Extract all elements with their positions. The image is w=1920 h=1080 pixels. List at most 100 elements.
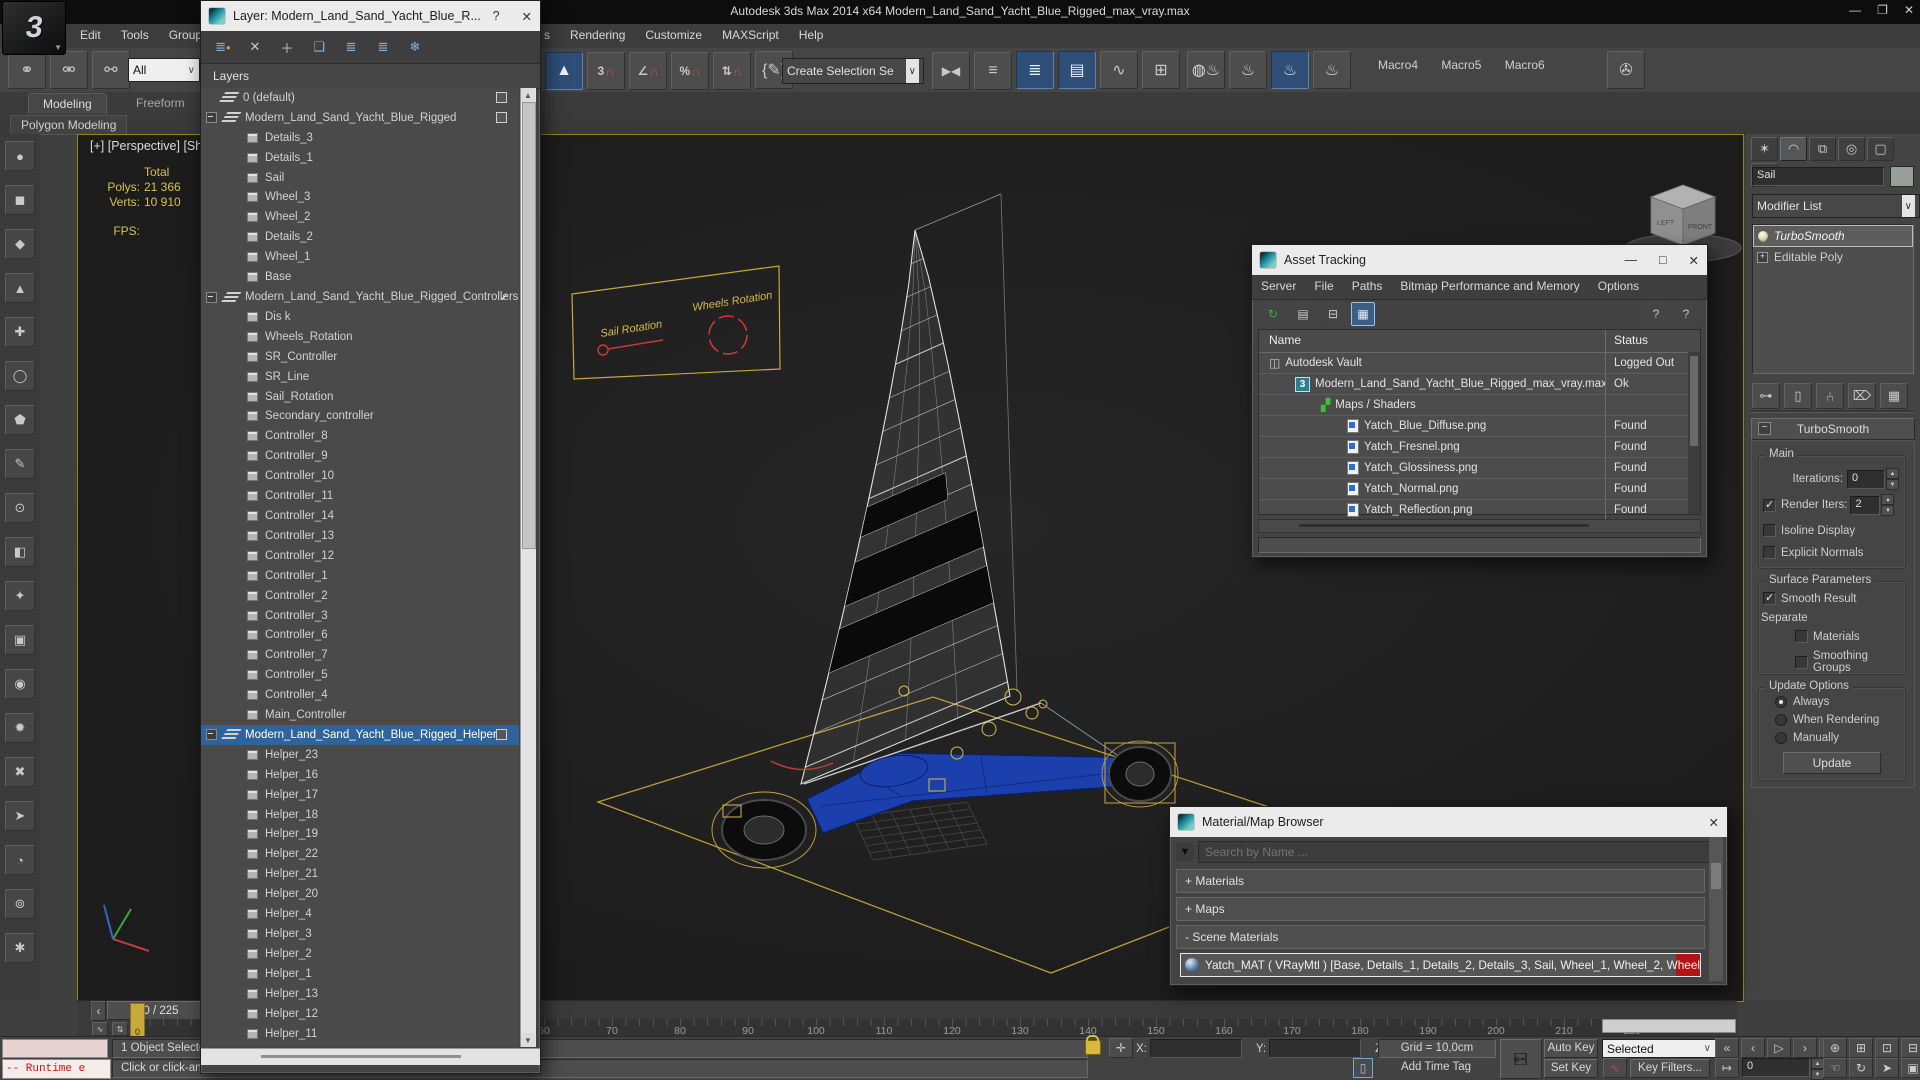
ribbon-tool-icon[interactable]: ✚ <box>5 317 35 347</box>
next-frame-icon[interactable]: › <box>1793 1038 1817 1058</box>
spinner-snap-toggle-icon[interactable]: ⇅ ∩ <box>713 52 751 90</box>
orbit-icon[interactable]: ↻ <box>1849 1058 1873 1078</box>
layer-row[interactable]: Controller_5 <box>201 665 519 685</box>
asset-menu-options[interactable]: Options <box>1589 275 1648 297</box>
current-frame-field[interactable]: 0 <box>1742 1058 1810 1077</box>
layer-row[interactable]: Wheels_Rotation <box>201 327 519 347</box>
zoom-all-icon[interactable]: ⊞ <box>1849 1038 1873 1058</box>
tab-display[interactable]: ▢ <box>1867 137 1894 161</box>
ribbon-tool-icon[interactable]: ◼ <box>5 185 35 215</box>
maximize-viewport-icon[interactable]: ▣ <box>1901 1058 1920 1078</box>
object-name-field[interactable]: Sail <box>1752 167 1884 186</box>
expand-icon[interactable]: + <box>1757 251 1768 263</box>
track-toggle-icon[interactable]: ⇅ <box>112 1022 128 1036</box>
go-to-start-icon[interactable]: « <box>1715 1038 1739 1058</box>
layer-row[interactable]: Helper_23 <box>201 745 519 765</box>
select-and-link-icon[interactable]: ⚭ <box>8 51 46 89</box>
list-view-icon[interactable]: ▤ <box>1291 302 1315 326</box>
menu-rendering[interactable]: Rendering <box>560 24 635 46</box>
y-coord-field[interactable] <box>1269 1039 1362 1058</box>
layer-row[interactable]: Controller_7 <box>201 645 519 665</box>
mirror-icon[interactable]: ▶◀ <box>932 52 970 90</box>
ribbon-tool-icon[interactable]: ◧ <box>5 537 35 567</box>
layer-row[interactable]: Sail <box>201 168 519 188</box>
layer-row[interactable]: Details_3 <box>201 128 519 148</box>
modifier-turbosmooth[interactable]: TurboSmooth <box>1753 225 1913 247</box>
pin-stack-icon[interactable]: ⊶ <box>1752 383 1780 409</box>
layer-row[interactable]: Base <box>201 267 519 287</box>
maxscript-listener-error[interactable]: -- Runtime e <box>2 1059 111 1079</box>
smooth-result-checkbox[interactable] <box>1763 591 1776 605</box>
tab-motion[interactable]: ◎ <box>1838 137 1865 161</box>
render-setup-icon[interactable]: ◍♨ <box>1187 51 1225 89</box>
set-key-button[interactable]: Set Key <box>1544 1059 1598 1078</box>
layer-row[interactable]: Controller_8 <box>201 426 519 446</box>
layer-row[interactable]: Details_2 <box>201 227 519 247</box>
render-iters-field[interactable]: 2 <box>1850 495 1881 515</box>
layer-row[interactable]: Wheel_1 <box>201 247 519 267</box>
select-highlighted-objects-icon[interactable]: ❏ <box>306 34 332 60</box>
layer-row[interactable]: Helper_4 <box>201 904 519 924</box>
percent-snap-toggle-icon[interactable]: % ∩ <box>671 52 709 90</box>
collapse-icon[interactable] <box>206 729 217 741</box>
macro6-button[interactable]: Macro6 <box>1495 50 1555 80</box>
layer-manager-icon[interactable]: ≣ <box>1016 51 1054 89</box>
layer-row[interactable]: SR_Controller <box>201 347 519 367</box>
scene-material-item[interactable]: Yatch_MAT ( VRayMtl ) [Base, Details_1, … <box>1180 953 1701 977</box>
layer-row[interactable]: Controller_13 <box>201 526 519 546</box>
play-icon[interactable]: ▷ <box>1767 1038 1791 1058</box>
maximize-button[interactable]: ❐ <box>1877 3 1888 17</box>
modifier-list-dropdown[interactable]: Modifier List ∨ <box>1752 194 1920 218</box>
create-new-layer-icon[interactable]: ≣ ● <box>210 34 236 60</box>
bind-to-space-warp-icon[interactable]: ⚯ <box>92 51 130 89</box>
maps-section[interactable]: + Maps <box>1176 897 1705 921</box>
rear-wheel[interactable] <box>711 791 817 869</box>
ribbon-tool-icon[interactable]: ✹ <box>5 713 35 743</box>
layer-row[interactable]: Helper_21 <box>201 864 519 884</box>
ribbon-tool-icon[interactable]: ◉ <box>5 669 35 699</box>
layer-row[interactable]: Modern_Land_Sand_Yacht_Blue_Rigged <box>201 108 519 128</box>
layer-row[interactable]: Controller_12 <box>201 546 519 566</box>
asset-row[interactable]: Yatch_Reflection.png Found <box>1259 500 1700 521</box>
front-wheel[interactable] <box>1101 740 1179 808</box>
key-tangent-icon[interactable]: ∿ <box>1603 1058 1627 1078</box>
collapse-icon[interactable] <box>206 291 217 303</box>
layer-row[interactable]: Helper_16 <box>201 765 519 785</box>
unlink-selection-icon[interactable]: ⚮ <box>50 51 88 89</box>
tab-modify[interactable]: ◠ <box>1780 137 1807 161</box>
layer-row[interactable]: Controller_1 <box>201 566 519 586</box>
scrollbar-thumb[interactable] <box>522 102 536 549</box>
current-layer-icon[interactable] <box>496 729 507 741</box>
ribbon-tool-icon[interactable]: ◔ <box>5 845 35 875</box>
ribbon-tool-icon[interactable]: ✎ <box>5 449 35 479</box>
asset-row[interactable]: ▞ Maps / Shaders <box>1259 395 1700 416</box>
sail-rotation-control[interactable] <box>597 344 609 356</box>
layer-row[interactable]: Controller_9 <box>201 446 519 466</box>
table-view-icon[interactable]: ▦ <box>1351 302 1375 326</box>
scroll-down-icon[interactable]: ▼ <box>521 1033 535 1047</box>
rendered-frame-window-icon[interactable]: ♨ <box>1229 51 1267 89</box>
ribbon-tool-icon[interactable]: ➤ <box>5 801 35 831</box>
layer-row[interactable]: Main_Controller <box>201 705 519 725</box>
menu-edit[interactable]: Edit <box>70 24 111 46</box>
layer-row[interactable]: Details_1 <box>201 148 519 168</box>
ribbon-tool-icon[interactable]: ✱ <box>5 933 35 963</box>
close-icon[interactable]: ✕ <box>1709 815 1719 830</box>
set-keys-button[interactable]: ⚿ <box>1500 1039 1542 1079</box>
materials-section[interactable]: + Materials <box>1176 869 1705 893</box>
remove-modifier-icon[interactable]: ⌦ <box>1848 383 1876 409</box>
help-icon[interactable]: ? <box>493 9 500 23</box>
layer-row[interactable]: Helper_22 <box>201 844 519 864</box>
layer-row[interactable]: Controller_4 <box>201 685 519 705</box>
layer-row[interactable]: Helper_17 <box>201 785 519 805</box>
snap-toggle-3d-icon[interactable]: 3 ∩ <box>587 52 625 90</box>
scene-materials-section[interactable]: - Scene Materials <box>1176 925 1705 949</box>
update-button[interactable]: Update <box>1783 752 1881 774</box>
menu-customize[interactable]: Customize <box>635 24 712 46</box>
make-unique-icon[interactable]: ⑃ <box>1816 383 1844 409</box>
hide-freeze-toggle-icon[interactable]: ❄ <box>402 34 428 60</box>
use-pivot-point-center-icon[interactable]: ▲ <box>545 52 583 90</box>
ribbon-tool-icon[interactable]: ✖ <box>5 757 35 787</box>
scroll-up-icon[interactable]: ▲ <box>521 88 535 102</box>
align-icon[interactable]: ≡ <box>974 52 1012 90</box>
